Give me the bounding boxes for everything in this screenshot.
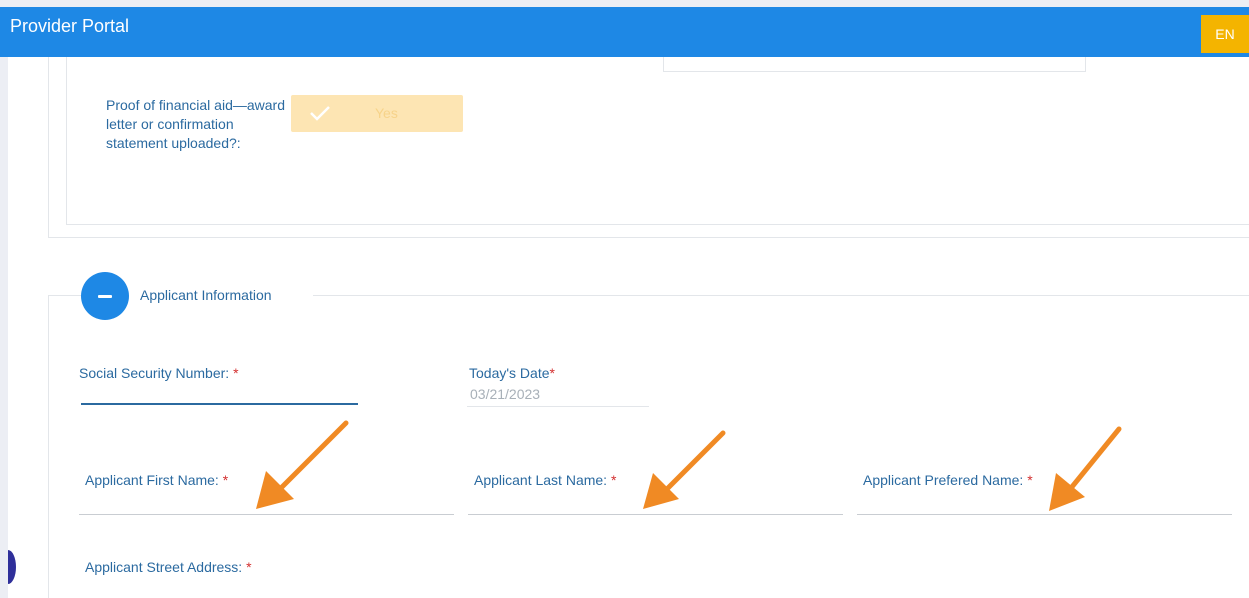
arrow-pointer-icon bbox=[643, 430, 726, 509]
section-title-applicant-information: Applicant Information bbox=[140, 287, 272, 303]
ssn-label: Social Security Number: * bbox=[79, 365, 239, 381]
minus-icon bbox=[98, 294, 112, 298]
preferred-name-label: Applicant Prefered Name: * bbox=[863, 472, 1033, 488]
todays-date-label: Today's Date* bbox=[469, 365, 555, 381]
first-name-label: Applicant First Name: * bbox=[85, 472, 229, 488]
app-title: Provider Portal bbox=[10, 16, 130, 36]
financial-aid-yes-label: Yes bbox=[375, 105, 398, 121]
top-app-bar: Provider Portal EN bbox=[0, 7, 1249, 57]
check-icon bbox=[310, 106, 330, 121]
todays-date-field bbox=[467, 406, 649, 407]
side-chat-launcher[interactable] bbox=[8, 550, 16, 584]
todays-date-value: 03/21/2023 bbox=[470, 386, 541, 402]
language-button[interactable]: EN bbox=[1201, 15, 1249, 53]
collapse-section-button[interactable] bbox=[81, 272, 129, 320]
previous-input-field[interactable] bbox=[663, 57, 1086, 72]
financial-aid-question-label: Proof of financial aid—award letter or c… bbox=[106, 97, 285, 151]
last-name-label: Applicant Last Name: * bbox=[474, 472, 617, 488]
street-address-label: Applicant Street Address: * bbox=[85, 559, 252, 575]
arrow-pointer-icon bbox=[1049, 426, 1122, 511]
arrow-pointer-icon bbox=[256, 420, 349, 509]
ssn-input[interactable] bbox=[81, 403, 358, 405]
form-content: Proof of financial aid—award letter or c… bbox=[8, 57, 1249, 598]
financial-aid-yes-toggle[interactable]: Yes bbox=[291, 95, 463, 132]
